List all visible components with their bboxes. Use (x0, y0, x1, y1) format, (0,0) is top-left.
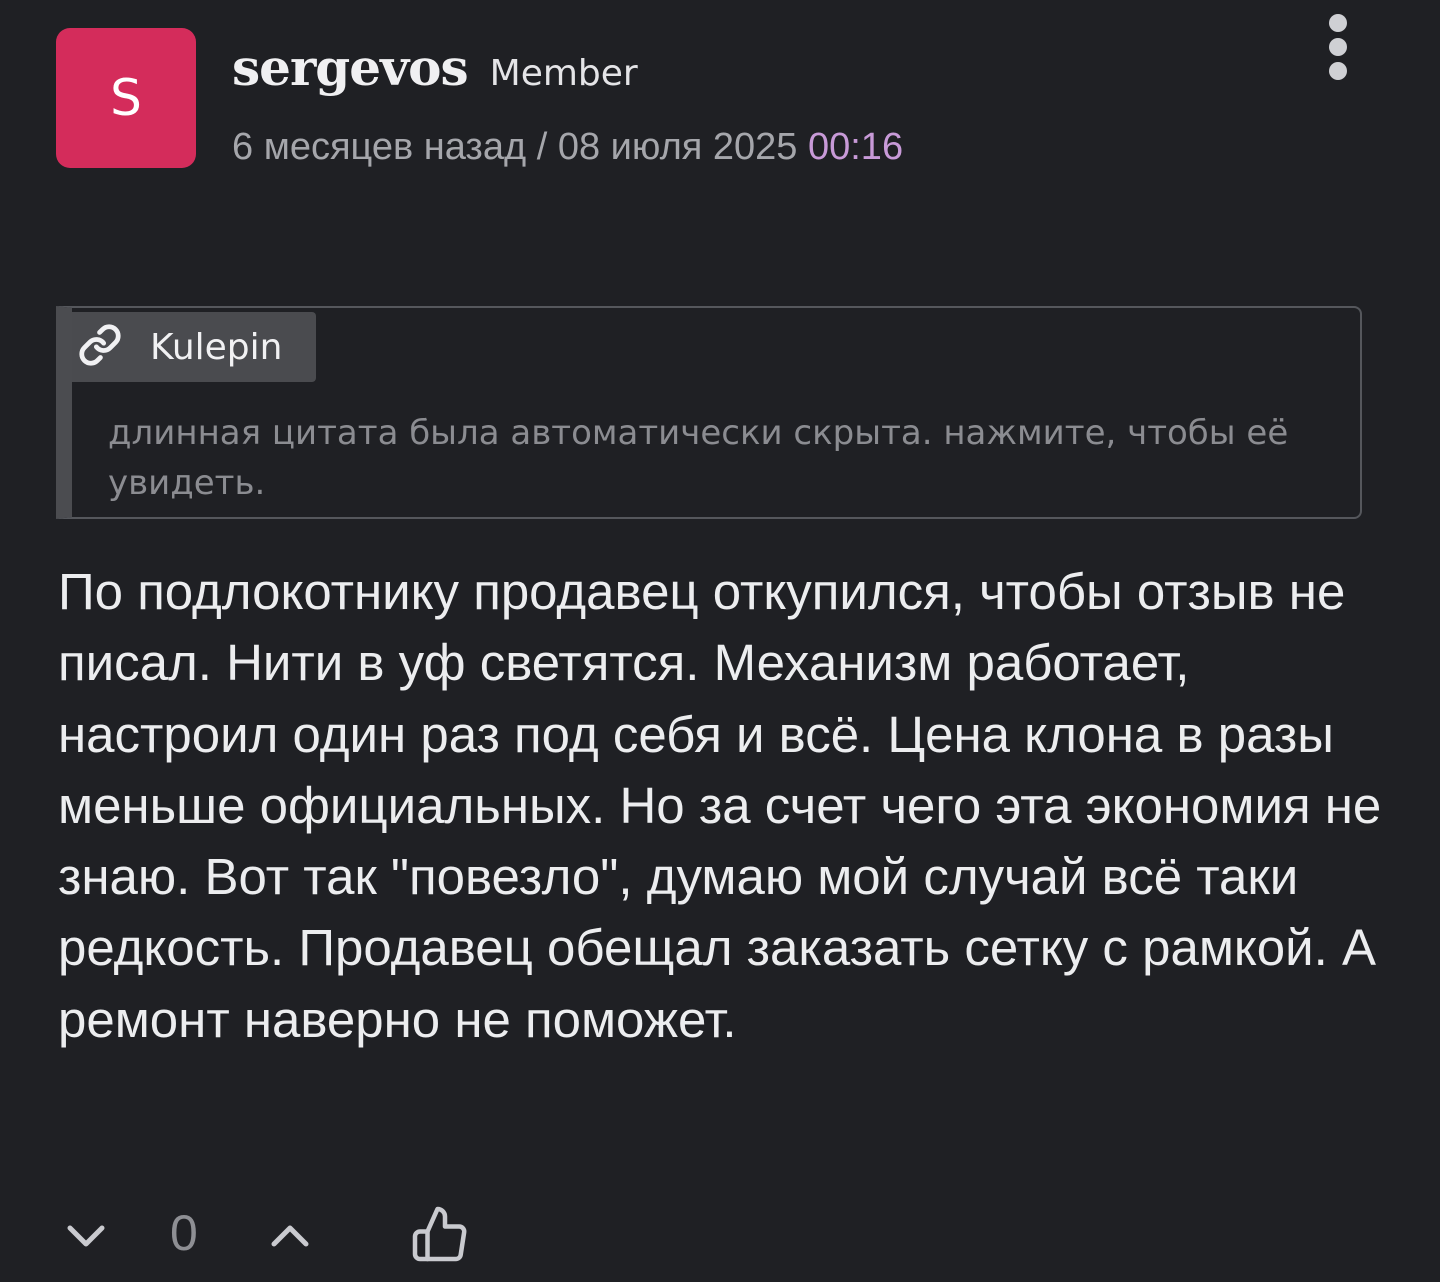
meta-separator: / (536, 126, 548, 168)
post-meta: 6 месяцев назад / 08 июля 2025 00:16 (232, 126, 903, 169)
avatar[interactable]: S (56, 28, 196, 168)
menu-dot (1329, 62, 1347, 80)
menu-dot (1329, 38, 1347, 56)
post-body: По подлокотнику продавец откупился, чтоб… (58, 563, 1382, 1048)
user-role-badge: Member (489, 53, 638, 94)
relative-time: 6 месяцев назад (232, 126, 527, 168)
avatar-letter: S (110, 69, 142, 127)
more-vertical-icon[interactable] (1318, 14, 1358, 80)
vote-count: 0 (170, 1205, 198, 1261)
vote-bar: 0 (58, 1200, 498, 1270)
author-line: sergevos Member (232, 38, 638, 97)
quote-author: Kulepin (150, 326, 283, 368)
username[interactable]: sergevos (232, 38, 469, 97)
post-date: 08 июля 2025 (557, 126, 798, 168)
post-time: 00:16 (807, 126, 904, 168)
quote-source[interactable]: Kulepin (72, 312, 316, 382)
quote-hidden-notice[interactable]: длинная цитата была автоматически скрыта… (108, 408, 1338, 508)
chevron-down-icon[interactable] (62, 1216, 110, 1256)
chevron-up-icon[interactable] (266, 1216, 314, 1256)
quote-block[interactable]: Kulepin длинная цитата была автоматическ… (56, 306, 1362, 519)
menu-dot (1329, 14, 1347, 32)
link-icon (78, 323, 122, 371)
thumbs-up-icon[interactable] (408, 1204, 472, 1264)
